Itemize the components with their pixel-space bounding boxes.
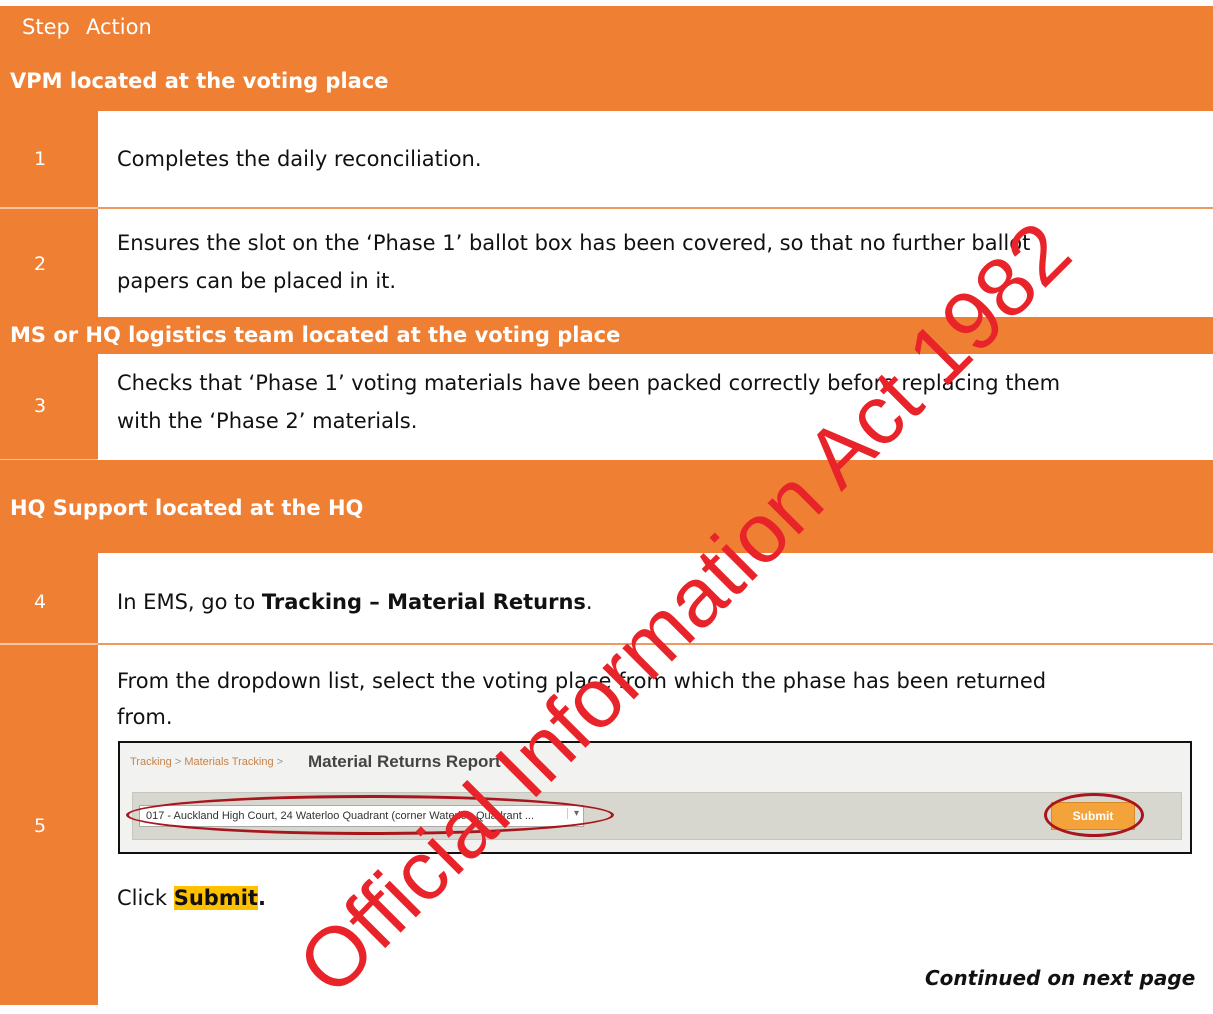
action-column-header: Action <box>86 15 152 39</box>
step-number: 4 <box>34 591 47 613</box>
section-title: HQ Support located at the HQ <box>10 496 364 520</box>
step-number: 5 <box>34 815 47 837</box>
click-submit-instruction: Click Submit. <box>117 886 266 910</box>
section-hq-support: HQ Support located at the HQ <box>0 460 1213 553</box>
section-vpm: VPM located at the voting place <box>0 45 1213 111</box>
step-number: 3 <box>34 395 47 417</box>
step-divider <box>0 207 98 209</box>
step-column-header: Step <box>22 15 70 39</box>
continued-note: Continued on next page <box>925 966 1196 990</box>
step-divider <box>0 643 98 645</box>
highlight-circle <box>1044 793 1144 837</box>
breadcrumb: Tracking > Materials Tracking > <box>130 756 284 768</box>
step-1-text: Completes the daily reconciliation. <box>117 147 482 171</box>
step-column <box>0 354 98 460</box>
step-4-text: In EMS, go to Tracking – Material Return… <box>117 590 593 614</box>
step-2-line-2: papers can be placed in it. <box>117 269 397 293</box>
table-header: Step Action <box>0 6 1213 45</box>
section-title: MS or HQ logistics team located at the v… <box>10 323 621 347</box>
section-title: VPM located at the voting place <box>10 69 389 93</box>
embedded-screenshot: Tracking > Materials Tracking > Material… <box>118 741 1192 854</box>
step-column <box>0 111 98 317</box>
step-2-line-1: Ensures the slot on the ‘Phase 1’ ballot… <box>117 231 1031 255</box>
row-divider <box>98 207 1213 209</box>
breadcrumb-tracking[interactable]: Tracking <box>130 756 172 768</box>
step-number: 1 <box>34 148 47 170</box>
step-number: 2 <box>34 253 47 275</box>
step-column <box>0 553 98 1005</box>
step-5-line-2: from. <box>117 705 173 729</box>
step-3-line-2: with the ‘Phase 2’ materials. <box>117 409 418 433</box>
breadcrumb-materials-tracking[interactable]: Materials Tracking <box>184 756 273 768</box>
